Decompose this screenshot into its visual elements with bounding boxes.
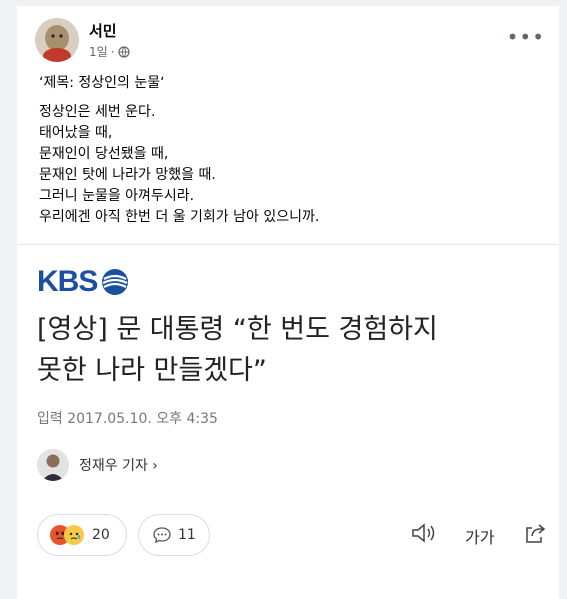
post-line: 문재인이 당선됐을 때, (39, 146, 169, 162)
post-line: 문재인 탓에 나라가 망했을 때. (39, 167, 216, 183)
reaction-count: 20 (92, 527, 110, 543)
comment-count: 11 (178, 527, 196, 543)
share-button[interactable] (523, 522, 547, 548)
reporter-name: 정재우 기자 › (79, 458, 158, 474)
post-time[interactable]: 1일 (89, 43, 108, 60)
comment-button[interactable]: 11 (138, 514, 210, 556)
font-size-label: 가가 (465, 528, 495, 547)
post-line: 그러니 눈물을 아껴두시라. (39, 188, 195, 204)
sad-emoji-icon (64, 525, 84, 545)
post-body: ‘제목: 정상인의 눈물‘ 정상인은 세번 운다. 태어났을 때, 문재인이 당… (39, 73, 319, 228)
font-size-button[interactable]: 가가 (465, 524, 494, 548)
read-aloud-button[interactable] (411, 522, 437, 548)
kbs-emblem-icon (102, 269, 129, 295)
reporter-avatar (37, 449, 69, 481)
reaction-button[interactable]: 20 (37, 514, 127, 556)
author-name[interactable]: 서민 (89, 20, 117, 41)
globe-icon (117, 45, 130, 58)
facebook-post: 서민 1일 · ••• ‘제목: 정상인의 눈물‘ 정상인은 세번 운다. 태어… (17, 6, 559, 244)
post-line: 우리에겐 아직 한번 더 울 기회가 남아 있으니까. (39, 209, 320, 225)
reporter-link[interactable]: 정재우 기자 › (37, 449, 158, 481)
shared-article[interactable]: KBS [영상] 문 대통령 “한 번도 경험하지 못한 나라 만들겠다” 입력… (17, 244, 559, 499)
meta-separator: · (110, 44, 115, 59)
article-headline[interactable]: [영상] 문 대통령 “한 번도 경험하지 못한 나라 만들겠다” (37, 309, 547, 391)
post-line: 태어났을 때, (39, 125, 113, 141)
speaker-icon (412, 523, 435, 543)
kbs-logo: KBS (37, 265, 130, 299)
share-icon (526, 524, 546, 543)
article-date: 입력 2017.05.10. 오후 4:35 (37, 411, 218, 427)
headline-line: 못한 나라 만들겠다” (37, 355, 267, 386)
more-options-button[interactable]: ••• (507, 27, 545, 47)
comment-icon (153, 527, 171, 544)
author-avatar[interactable] (35, 18, 79, 62)
headline-line: [영상] 문 대통령 “한 번도 경험하지 (37, 314, 438, 345)
kbs-logo-text: KBS (37, 265, 98, 298)
post-title-line: ‘제목: 정상인의 눈물‘ (39, 75, 165, 91)
post-line: 정상인은 세번 운다. (39, 104, 156, 120)
article-action-bar: 20 11 가가 (17, 498, 559, 599)
post-meta: 1일 · (89, 43, 130, 60)
